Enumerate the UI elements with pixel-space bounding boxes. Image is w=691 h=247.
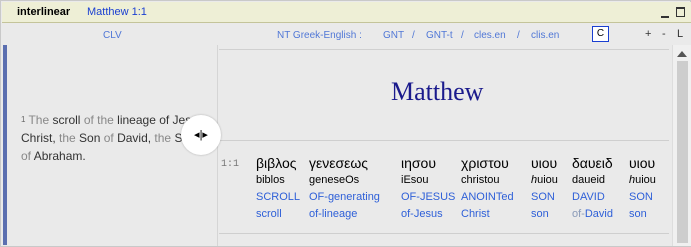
greek-word: ιησου (401, 155, 436, 171)
greek-word: βιβλος (256, 155, 297, 171)
greek-word: υιου (629, 155, 656, 171)
interlinear-window: interlinear Matthew 1:1 CLV NT Greek-Eng… (0, 0, 691, 247)
module-gnt-t-link[interactable]: GNT-t (426, 30, 453, 41)
verse-word: The (28, 113, 53, 127)
verse-word: David, (117, 131, 155, 145)
verse-word: scroll (52, 113, 84, 127)
verse-word: the (154, 131, 175, 145)
zoom-in-button[interactable]: + (645, 28, 651, 40)
verse-word: of (103, 131, 118, 145)
verse-text: 1 The scroll of the lineage of Jesus Chri… (21, 111, 206, 165)
concordant-gloss: SON (531, 191, 555, 203)
c-button[interactable]: C (592, 26, 609, 42)
breathing-mark: h (629, 174, 636, 186)
greek-word: υιου (531, 155, 558, 171)
transliteration: geneseOs (309, 174, 360, 186)
transliteration: biblos (256, 174, 285, 186)
concordant-gloss: OF-JESUS (401, 191, 456, 203)
interlinear-word[interactable]: υιου huiou SON son (629, 154, 656, 223)
scroll-thumb[interactable] (677, 61, 688, 243)
reference-title[interactable]: Matthew 1:1 (87, 6, 147, 18)
verse-word: lineage (117, 113, 160, 127)
verse-word: of (83, 113, 98, 127)
app-title: interlinear (17, 6, 71, 18)
english-gloss: scroll (256, 208, 282, 220)
module-clis-link[interactable]: clis.en (531, 30, 559, 41)
transliteration: christou (461, 174, 500, 186)
breathing-mark: h (531, 174, 538, 186)
pane-splitter[interactable]: ◂|▸ (181, 115, 221, 155)
module-group-label: NT Greek-English : (277, 30, 362, 41)
verse-number: 1 (21, 115, 26, 124)
concordant-gloss: DAVID (572, 191, 605, 203)
greek-word: γενεσεως (309, 155, 369, 171)
gloss-prefix: of- (572, 208, 585, 220)
english-gloss: Christ (461, 208, 490, 220)
module-separator: / (517, 30, 520, 41)
verse-word: of (21, 149, 34, 163)
english-gloss: of-David (572, 208, 613, 220)
resize-horizontal-icon: ◂|▸ (194, 129, 208, 141)
header-rule (219, 140, 669, 141)
minimize-icon[interactable] (661, 8, 670, 18)
english-gloss: son (629, 208, 647, 220)
header-rule-top (219, 49, 669, 50)
module-cles-link[interactable]: cles.en (474, 30, 506, 41)
module-separator: / (461, 30, 464, 41)
interlinear-word[interactable]: χριστου christou ANOINTed Christ (461, 154, 514, 223)
zoom-out-button[interactable]: - (662, 28, 666, 40)
transliteration: iEsou (401, 174, 429, 186)
concordant-gloss: SCROLL (256, 191, 301, 203)
title-bar: interlinear Matthew 1:1 (2, 2, 691, 23)
toolbar: CLV NT Greek-English : GNT / GNT-t / cle… (2, 23, 691, 45)
verse-word: the (97, 113, 118, 127)
interlinear-word[interactable]: υιου huiou SON son (531, 154, 558, 223)
interlinear-word[interactable]: ιησου iEsou OF-JESUS of-Jesus (401, 154, 455, 223)
concordant-gloss: OF-generating (309, 191, 380, 203)
concordant-gloss: SON (629, 191, 653, 203)
english-gloss: of-Jesus (401, 208, 443, 220)
footer-rule (219, 233, 669, 234)
book-title: Matthew (391, 77, 484, 106)
transliteration: huiou (531, 174, 558, 186)
english-gloss: son (531, 208, 549, 220)
greek-word: δαυειδ (572, 155, 613, 171)
verse-word: Son (79, 131, 104, 145)
verse-word: the (59, 131, 80, 145)
maximize-icon[interactable] (676, 7, 685, 17)
verse-word: Abraham. (33, 149, 86, 163)
interlinear-word[interactable]: βιβλος biblos SCROLL scroll (256, 154, 300, 223)
version-clv-link[interactable]: CLV (103, 30, 122, 41)
greek-word: χριστου (461, 155, 509, 171)
scroll-up-icon[interactable] (677, 51, 687, 57)
module-separator: / (412, 30, 415, 41)
left-accent-strip (3, 45, 7, 245)
interlinear-word[interactable]: δαυειδ daueid DAVID of-David (572, 154, 613, 223)
interlinear-word[interactable]: γενεσεως geneseOs OF-generating of-lineage (309, 154, 380, 223)
vertical-scrollbar[interactable] (672, 45, 691, 246)
transliteration: daueid (572, 174, 606, 186)
concordant-gloss: ANOINTed (461, 191, 514, 203)
english-gloss: of-lineage (309, 208, 358, 220)
transliteration: huiou (629, 174, 656, 186)
verse-reference: 1:1 (221, 159, 240, 170)
module-gnt-link[interactable]: GNT (383, 30, 404, 41)
layout-button[interactable]: L (677, 28, 683, 40)
